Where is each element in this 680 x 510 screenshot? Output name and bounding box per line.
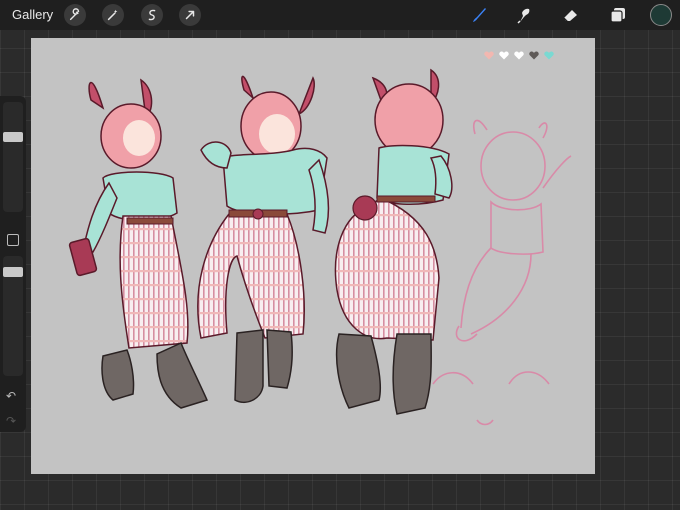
redo-icon[interactable]: ↷ bbox=[6, 414, 16, 428]
opacity-slider-handle[interactable] bbox=[3, 267, 23, 277]
side-toolbar: ↶ ↷ bbox=[0, 96, 26, 432]
color-palette bbox=[484, 51, 554, 60]
eraser-icon[interactable] bbox=[560, 4, 582, 26]
smudge-icon[interactable] bbox=[513, 4, 535, 26]
magic-wand-icon[interactable] bbox=[102, 4, 124, 26]
brush-size-slider-handle[interactable] bbox=[3, 132, 23, 142]
layers-icon[interactable] bbox=[607, 4, 629, 26]
palette-heart-3[interactable] bbox=[514, 51, 524, 60]
character-figure-left bbox=[68, 78, 209, 409]
gallery-button[interactable]: Gallery bbox=[12, 7, 53, 22]
character-figure-right bbox=[334, 68, 453, 415]
palette-heart-4[interactable] bbox=[529, 51, 539, 60]
selection-icon[interactable] bbox=[141, 4, 163, 26]
drawing-canvas[interactable] bbox=[31, 38, 595, 474]
top-toolbar: Gallery bbox=[0, 0, 680, 30]
undo-icon[interactable]: ↶ bbox=[6, 389, 16, 403]
palette-heart-2[interactable] bbox=[499, 51, 509, 60]
wrench-icon[interactable] bbox=[64, 4, 86, 26]
color-picker-button[interactable] bbox=[650, 4, 672, 26]
modify-button[interactable] bbox=[7, 234, 19, 246]
face-sketches bbox=[432, 371, 550, 426]
character-figure-middle bbox=[197, 75, 330, 404]
transform-icon[interactable] bbox=[179, 4, 201, 26]
pink-sketch-figure bbox=[455, 119, 572, 342]
brush-size-slider[interactable] bbox=[3, 102, 23, 212]
palette-heart-1[interactable] bbox=[484, 51, 494, 60]
artwork bbox=[68, 68, 572, 426]
palette-heart-5[interactable] bbox=[544, 51, 554, 60]
brush-icon[interactable] bbox=[468, 4, 490, 26]
